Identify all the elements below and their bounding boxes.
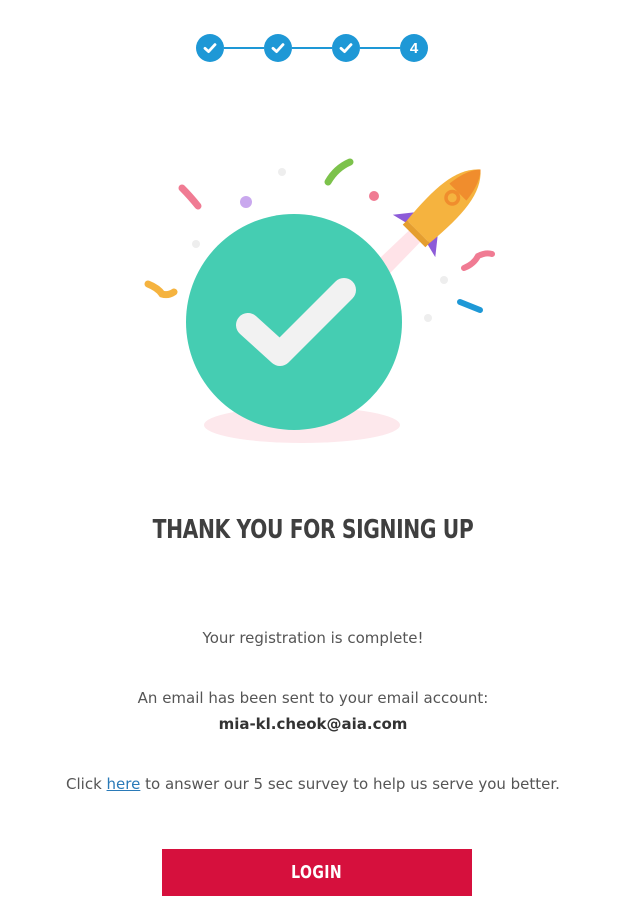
stepper-connector: [224, 47, 264, 49]
success-illustration: [144, 158, 495, 443]
stepper-connector: [360, 47, 400, 49]
step-2-complete: [264, 34, 292, 62]
step-3-complete: [332, 34, 360, 62]
stepper-connector: [292, 47, 332, 49]
check-icon: [271, 43, 285, 53]
survey-link[interactable]: here: [107, 775, 141, 793]
check-icon: [339, 43, 353, 53]
progress-stepper: 4: [196, 28, 432, 68]
login-button[interactable]: LOGIN: [162, 849, 472, 896]
login-button-label: LOGIN: [291, 862, 343, 883]
page-title: THANK YOU FOR SIGNING UP: [152, 515, 474, 545]
survey-message: Click here to answer our 5 sec survey to…: [0, 775, 626, 793]
success-check-icon: [186, 214, 402, 430]
check-icon: [203, 43, 217, 53]
email-address: mia-kl.cheok@aia.com: [218, 715, 408, 733]
step-1-complete: [196, 34, 224, 62]
registration-message: Your registration is complete!: [202, 629, 424, 647]
step-4-current: 4: [400, 34, 428, 62]
email-sent-message: An email has been sent to your email acc…: [137, 689, 489, 707]
survey-prefix: Click: [66, 775, 107, 793]
survey-suffix: to answer our 5 sec survey to help us se…: [140, 775, 560, 793]
step-number: 4: [409, 39, 419, 57]
